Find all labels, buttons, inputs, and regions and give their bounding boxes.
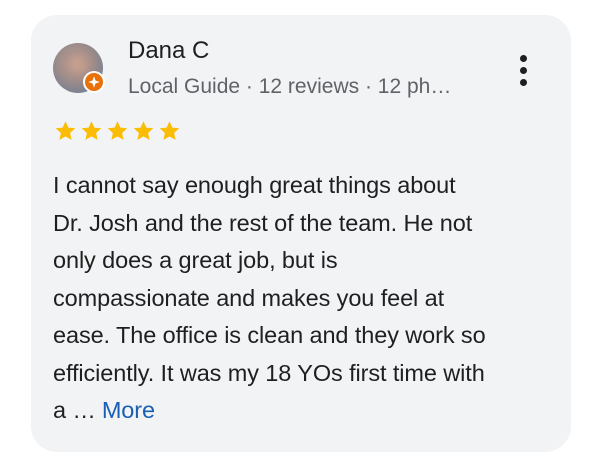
review-card: Dana C Local Guide · 12 reviews · 12 ph…… — [31, 15, 571, 452]
review-text-line: efficiently. It was my 18 YOs first time… — [53, 359, 485, 386]
star-icon — [133, 121, 154, 140]
reviewer-meta: Local Guide · 12 reviews · 12 ph… — [128, 75, 452, 98]
review-text-line: compassionate and makes you feel at — [53, 284, 445, 311]
review-text: I cannot say enough great things about D… — [53, 167, 558, 430]
review-text-last-line: a … More — [53, 392, 558, 430]
star-rating — [53, 119, 182, 143]
review-text-line: Dr. Josh and the rest of the team. He no… — [53, 209, 473, 236]
review-text-line: ease. The office is clean and they work … — [53, 322, 486, 348]
review-text-ellipsis: a … — [53, 397, 96, 423]
star-icon — [159, 121, 180, 140]
review-text-line: only does a great job, but is — [53, 247, 338, 273]
star-icon — [55, 121, 76, 140]
reviewer-name[interactable]: Dana C — [128, 37, 209, 65]
star-icon — [81, 121, 102, 140]
review-text-line: I cannot say enough great things about — [53, 172, 456, 198]
star-icon — [107, 121, 128, 140]
more-link[interactable]: More — [102, 397, 155, 423]
local-guide-badge-icon — [83, 71, 105, 93]
more-vert-icon[interactable] — [511, 53, 537, 89]
